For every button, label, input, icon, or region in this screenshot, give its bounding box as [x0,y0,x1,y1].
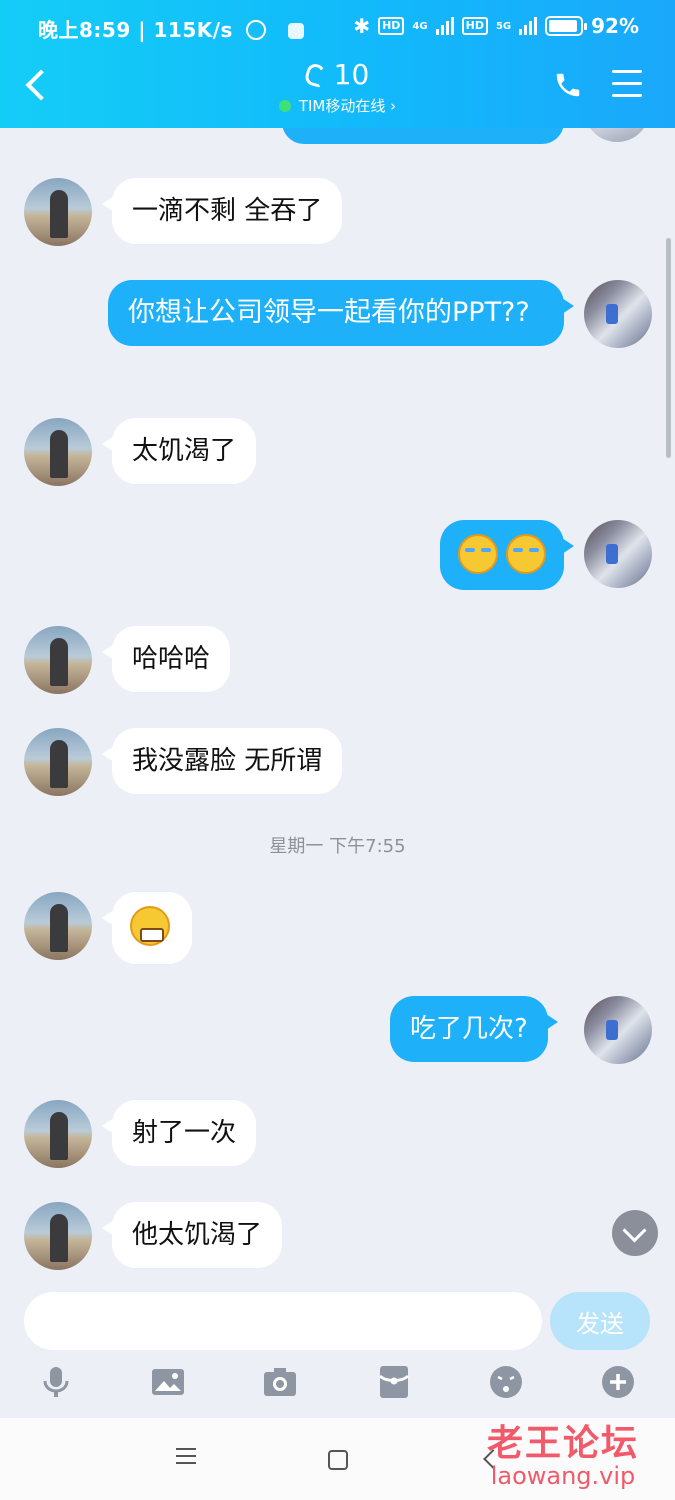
message-bubble-incoming[interactable]: 哈哈哈 [101,626,231,692]
recent-apps-icon[interactable] [176,1448,196,1469]
message-bubble-incoming[interactable]: 我没露脸 无所谓 [101,728,343,794]
message-bubble-partial[interactable] [282,128,564,144]
network-speed: 115K/s [153,18,233,42]
phone-icon[interactable] [553,70,583,102]
grinning-emoji-icon [130,906,170,946]
friend-avatar[interactable] [24,626,92,694]
message-input[interactable] [24,1292,542,1350]
scrollbar[interactable] [666,238,671,458]
home-icon[interactable] [328,1450,348,1470]
alarm-icon [246,20,267,40]
watermark-url: laowang.vip [490,1462,636,1490]
friend-avatar[interactable] [24,728,92,796]
composer-toolbar [0,1360,675,1410]
image-icon[interactable] [150,1364,186,1400]
message-list[interactable]: 一滴不剩 全吞了 你想让公司领导一起看你的PPT?? 太饥渴了 哈哈哈 我没露脸… [0,128,675,1288]
emoji-icon[interactable] [488,1364,524,1400]
hamburger-menu-icon[interactable] [612,70,642,98]
crying-laughing-emoji-icon [458,534,498,574]
camera-icon[interactable] [262,1364,298,1400]
signal-icon [435,17,454,35]
hd-badge-2: HD [461,17,488,35]
ear-icon [303,62,327,88]
network-label-5g: 5G [495,20,512,32]
my-avatar[interactable] [584,520,652,588]
online-status-label: TIM移动在线 › [298,97,397,115]
red-packet-icon[interactable] [376,1364,412,1400]
chat-header: 晚上8:59 | 115K/s ✱ HD 4G HD 5G 92% 10 TIM… [0,0,675,128]
battery-icon [545,16,588,36]
online-dot-icon [278,100,291,112]
message-bubble-incoming[interactable]: 他太饥渴了 [101,1202,283,1268]
mic-icon[interactable] [38,1364,74,1400]
message-bubble-incoming-emoji[interactable] [102,892,192,964]
network-label-4g: 4G [412,20,428,32]
message-bubble-outgoing[interactable]: 你想让公司领导一起看你的PPT?? [108,280,574,346]
message-bubble-incoming[interactable]: 射了一次 [101,1100,257,1166]
message-timestamp: 星期一 下午7:55 [269,836,406,857]
hd-badge: HD [378,17,405,35]
status-bar: 晚上8:59 | 115K/s ✱ HD 4G HD 5G 92% [38,14,639,42]
composer: 发送 [0,1288,675,1418]
battery-level: 92% [591,14,639,38]
friend-avatar[interactable] [24,1100,92,1168]
signal-icon-2 [519,17,538,35]
friend-avatar[interactable] [24,1202,92,1270]
friend-avatar[interactable] [24,178,92,246]
my-avatar[interactable] [584,996,652,1064]
watermark: 老王论坛 laowang.vip [458,1414,668,1490]
scroll-to-bottom-icon[interactable] [612,1210,658,1256]
bluetooth-icon: ✱ [353,14,371,38]
notification-icon [287,23,304,39]
crying-laughing-emoji-icon [506,534,547,574]
message-bubble-outgoing[interactable]: 吃了几次? [390,996,558,1062]
friend-avatar[interactable] [24,892,92,960]
watermark-title: 老王论坛 [486,1423,639,1464]
message-bubble-incoming[interactable]: 太饥渴了 [101,418,257,484]
chat-title: 10 [333,58,370,91]
status-time: 晚上8:59 [38,18,131,42]
friend-avatar[interactable] [24,418,92,486]
my-avatar-partial[interactable] [584,128,650,142]
message-bubble-incoming[interactable]: 一滴不剩 全吞了 [101,178,343,244]
plus-icon[interactable] [600,1364,636,1400]
my-avatar[interactable] [584,280,652,348]
message-bubble-outgoing-emoji[interactable] [440,520,574,590]
send-button[interactable]: 发送 [550,1292,650,1350]
